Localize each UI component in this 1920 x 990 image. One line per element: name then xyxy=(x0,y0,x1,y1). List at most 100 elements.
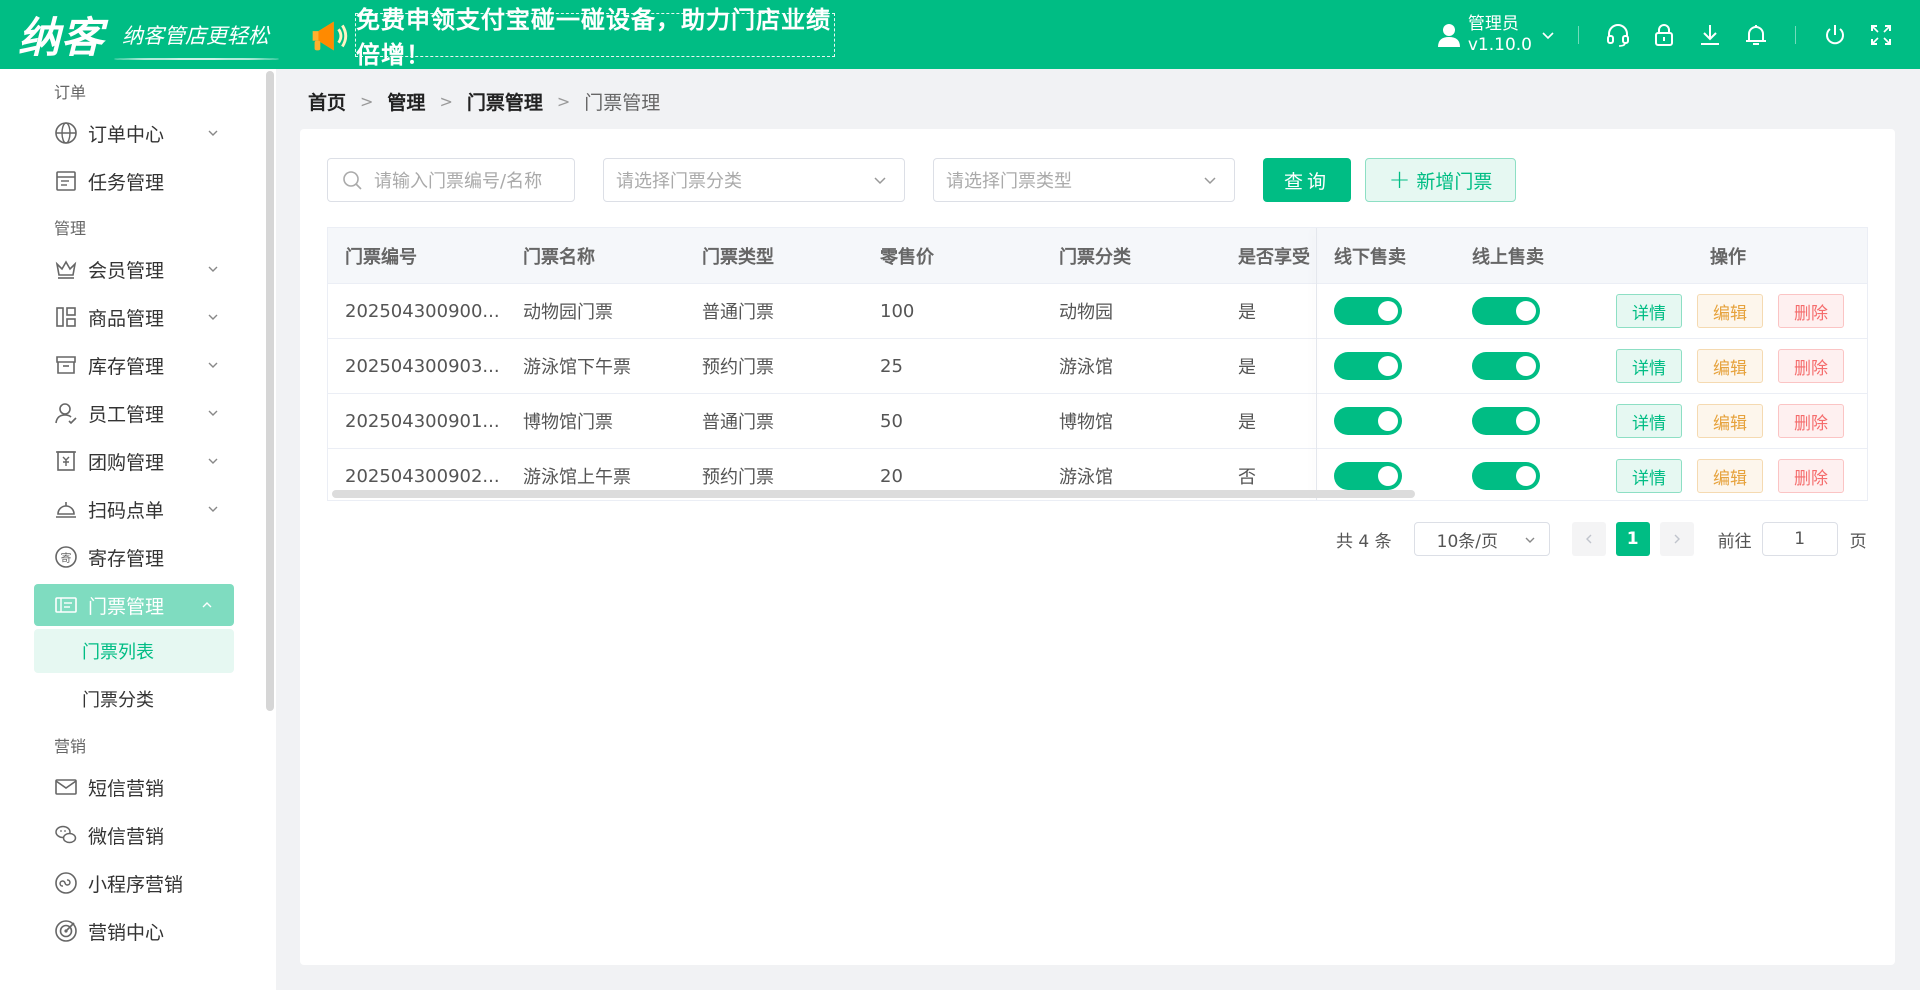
cell-price: 25 xyxy=(880,355,903,377)
delete-button[interactable]: 删除 xyxy=(1778,404,1844,438)
notification-bell-icon[interactable] xyxy=(1743,22,1769,48)
sidebar-item-deposit[interactable]: 寄 寄存管理 xyxy=(0,533,240,581)
sidebar-item-goods[interactable]: 商品管理 xyxy=(0,293,240,341)
promo-banner[interactable]: 免费申领支付宝碰一碰设备，助力门店业绩倍增！ xyxy=(305,6,836,69)
sidebar-item-label: 员工管理 xyxy=(88,403,165,426)
pagination-total: 共 4 条 xyxy=(1336,531,1392,552)
delete-button[interactable]: 删除 xyxy=(1778,349,1844,383)
edit-button[interactable]: 编辑 xyxy=(1697,459,1763,493)
online-sale-toggle[interactable] xyxy=(1472,462,1540,495)
breadcrumb-current: 门票管理 xyxy=(584,92,661,114)
cell-name: 游泳馆上午票 xyxy=(523,467,631,488)
detail-button[interactable]: 详情 xyxy=(1616,459,1682,493)
breadcrumb-home[interactable]: 首页 xyxy=(308,88,346,115)
sidebar-item-label: 库存管理 xyxy=(88,355,165,378)
goto-page-input[interactable]: 1 xyxy=(1761,522,1838,556)
sidebar-group-title: 订单 xyxy=(54,83,87,102)
sidebar-item-member[interactable]: 会员管理 xyxy=(0,245,240,293)
sidebar-item-label: 商品管理 xyxy=(88,307,165,330)
breadcrumb-manage[interactable]: 管理 xyxy=(387,88,425,115)
cell-code: 202504300900... xyxy=(345,300,500,322)
sidebar-item-label: 小程序营销 xyxy=(88,873,184,896)
cell-price: 20 xyxy=(880,465,903,487)
sidebar-subitem-ticket-category[interactable]: 门票分类 xyxy=(0,675,276,723)
globe-icon xyxy=(54,121,78,145)
query-button[interactable]: 查询 xyxy=(1263,158,1351,202)
power-icon[interactable] xyxy=(1822,22,1848,48)
online-sale-toggle[interactable] xyxy=(1472,352,1540,385)
sidebar-item-label: 营销中心 xyxy=(88,921,165,944)
cell-name: 博物馆门票 xyxy=(523,412,613,433)
type-select[interactable]: 请选择门票类型 xyxy=(933,158,1235,202)
offline-sale-toggle[interactable] xyxy=(1334,297,1402,330)
sidebar-item-marketing-center[interactable]: 营销中心 xyxy=(0,907,240,955)
sidebar-item-task[interactable]: 任务管理 xyxy=(0,157,240,205)
chevron-down-icon xyxy=(874,177,886,185)
sidebar-item-scan-order[interactable]: 扫码点单 xyxy=(0,485,240,533)
sidebar-item-inventory[interactable]: 库存管理 xyxy=(0,341,240,389)
cell-category: 动物园 xyxy=(1059,302,1113,323)
delete-button[interactable]: 删除 xyxy=(1778,459,1844,493)
detail-button[interactable]: 详情 xyxy=(1616,349,1682,383)
sidebar-item-label: 扫码点单 xyxy=(88,499,165,522)
detail-button[interactable]: 详情 xyxy=(1616,404,1682,438)
sidebar-item-label: 任务管理 xyxy=(88,171,165,194)
fullscreen-icon[interactable] xyxy=(1868,22,1894,48)
column-header: 是否享受 xyxy=(1238,246,1310,268)
app-version: v1.10.0 xyxy=(1467,34,1532,55)
breadcrumb-ticket-manage[interactable]: 门票管理 xyxy=(467,88,543,115)
search-input[interactable]: 请输入门票编号/名称 xyxy=(327,158,575,202)
offline-sale-toggle[interactable] xyxy=(1334,407,1402,440)
cell-category: 博物馆 xyxy=(1059,412,1113,433)
detail-button[interactable]: 详情 xyxy=(1616,294,1682,328)
sidebar-item-sms[interactable]: 短信营销 xyxy=(0,763,240,811)
sidebar-subitem-ticket-list[interactable]: 门票列表 xyxy=(34,629,234,673)
chevron-down-icon xyxy=(208,458,218,464)
page-number-button[interactable]: 1 xyxy=(1615,522,1650,556)
chevron-right-icon: > xyxy=(360,92,374,111)
sidebar-group-title: 营销 xyxy=(54,737,87,756)
online-sale-toggle[interactable] xyxy=(1472,407,1540,440)
offline-sale-toggle[interactable] xyxy=(1334,352,1402,385)
sidebar-item-wechat[interactable]: 微信营销 xyxy=(0,811,240,859)
filter-bar: 请输入门票编号/名称 请选择门票分类 请选择门票类型 查询 + 新增门票 xyxy=(327,158,1516,202)
brand-logo[interactable]: 纳客 纳客管店更轻松 xyxy=(18,0,280,69)
sidebar-item-staff[interactable]: 员工管理 xyxy=(0,389,240,437)
table-row: 202504300903... 游泳馆下午票 预约门票 25 游泳馆 是 详情 … xyxy=(328,338,1867,393)
add-ticket-button[interactable]: + 新增门票 xyxy=(1365,158,1516,202)
chevron-down-icon xyxy=(1204,177,1216,185)
top-header: 纳客 纳客管店更轻松 免费申领支付宝碰一碰设备，助力门店业绩倍增！ 管理员 v1… xyxy=(0,0,1920,69)
category-select[interactable]: 请选择门票分类 xyxy=(603,158,905,202)
sidebar-item-order-center[interactable]: 订单中心 xyxy=(0,109,240,157)
prev-page-button[interactable] xyxy=(1571,522,1606,556)
bell-service-icon xyxy=(54,497,78,521)
groupbuy-icon xyxy=(54,449,78,473)
chevron-down-icon xyxy=(208,130,218,136)
page-size-select[interactable]: 10条/页 xyxy=(1413,522,1550,556)
lock-icon[interactable] xyxy=(1651,22,1677,48)
sidebar-item-miniapp[interactable]: 小程序营销 xyxy=(0,859,240,907)
cell-enjoy: 是 xyxy=(1238,302,1256,323)
edit-button[interactable]: 编辑 xyxy=(1697,349,1763,383)
edit-button[interactable]: 编辑 xyxy=(1697,404,1763,438)
chevron-down-icon xyxy=(208,506,218,512)
online-sale-toggle[interactable] xyxy=(1472,297,1540,330)
cell-type: 普通门票 xyxy=(702,302,774,323)
download-icon[interactable] xyxy=(1697,22,1723,48)
delete-button[interactable]: 删除 xyxy=(1778,294,1844,328)
edit-button[interactable]: 编辑 xyxy=(1697,294,1763,328)
chevron-left-icon xyxy=(1585,534,1592,544)
sidebar-item-ticket[interactable]: 门票管理 xyxy=(34,584,234,626)
next-page-button[interactable] xyxy=(1659,522,1694,556)
user-menu[interactable]: 管理员 v1.10.0 xyxy=(1437,14,1556,56)
pagination: 共 4 条 10条/页 1 前往 1 页 xyxy=(1336,522,1867,556)
sidebar-scrollbar[interactable] xyxy=(266,71,274,711)
sidebar-item-label: 团购管理 xyxy=(88,451,165,474)
table-row: 202504300900... 动物园门票 普通门票 100 动物园 是 详情 … xyxy=(328,283,1867,338)
headset-icon[interactable] xyxy=(1605,22,1631,48)
mail-icon xyxy=(54,775,78,799)
sidebar-item-label: 会员管理 xyxy=(88,259,165,282)
table-horizontal-scrollbar[interactable] xyxy=(332,490,1415,498)
sidebar-item-groupbuy[interactable]: 团购管理 xyxy=(0,437,240,485)
fixed-column-divider xyxy=(1316,228,1317,500)
